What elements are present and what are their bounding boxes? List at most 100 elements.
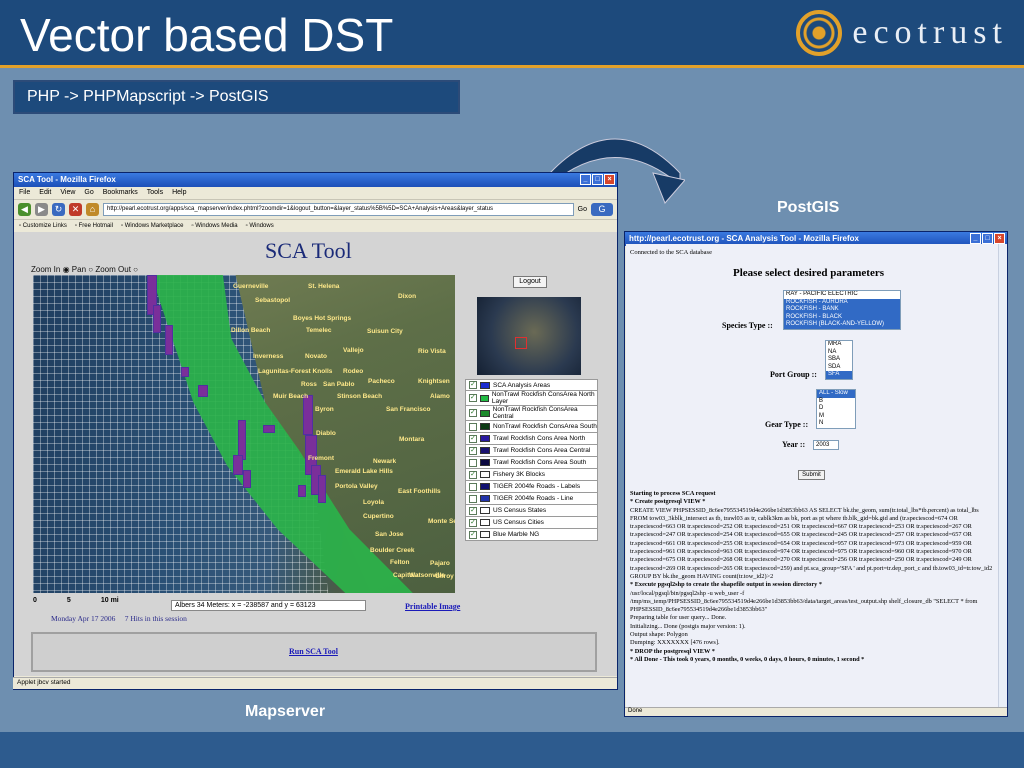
city-label: Pacheco	[368, 378, 395, 385]
select-option[interactable]: ALL - Slow	[817, 390, 855, 398]
bookmark-link[interactable]: Windows Media	[191, 223, 237, 229]
date-text: Monday Apr 17 2006	[51, 614, 116, 623]
layer-swatch-icon	[480, 447, 490, 454]
city-label: Byron	[315, 406, 334, 413]
layer-checkbox[interactable]: ✓	[469, 518, 477, 527]
zoom-in-radio[interactable]: ◉	[63, 265, 70, 274]
select-option[interactable]: SFA	[826, 371, 852, 379]
pan-radio[interactable]: ○	[88, 265, 93, 274]
menu-item-view[interactable]: View	[60, 189, 75, 197]
layer-checkbox[interactable]: ✓	[469, 434, 477, 443]
city-label: San Jose	[375, 531, 404, 538]
layer-checkbox[interactable]	[469, 482, 477, 491]
layer-row: ✓ Blue Marble NG	[465, 529, 598, 541]
window-title-right: http://pearl.ecotrust.org - SCA Analysis…	[629, 234, 859, 243]
bookmark-link[interactable]: Free Hotmail	[75, 223, 113, 229]
port-select[interactable]: MRA NA SBA SDA SFA	[825, 340, 853, 380]
log-line: * DROP the postgresql VIEW *	[630, 647, 715, 655]
city-label: East Foothills	[398, 488, 441, 495]
maximize-icon[interactable]: □	[592, 174, 603, 185]
layer-checkbox[interactable]	[469, 494, 477, 503]
layer-checkbox[interactable]: ✓	[469, 446, 477, 455]
zoom-out-radio[interactable]: ○	[133, 265, 138, 274]
scrollbar[interactable]	[998, 244, 1007, 707]
bookmark-link[interactable]: Windows	[246, 223, 273, 229]
select-option[interactable]: B	[817, 398, 855, 406]
process-log: Starting to process SCA request * Create …	[630, 490, 998, 664]
minimize-icon[interactable]: _	[970, 233, 981, 244]
select-option[interactable]: M	[817, 413, 855, 421]
layer-row: ✓ US Census Cities	[465, 517, 598, 529]
minimize-icon[interactable]: _	[580, 174, 591, 185]
menu-item-tools[interactable]: Tools	[147, 189, 163, 197]
layer-checkbox[interactable]	[469, 422, 477, 431]
layer-checkbox[interactable]: ✓	[469, 470, 477, 479]
city-label: Gilroy	[435, 573, 454, 580]
city-label: San Francisco	[386, 406, 431, 413]
select-option[interactable]: SDA	[826, 364, 852, 372]
select-option[interactable]: N	[817, 420, 855, 428]
select-option[interactable]: D	[817, 405, 855, 413]
scale-zero: 0	[33, 597, 37, 604]
layer-checkbox[interactable]: ✓	[469, 381, 477, 389]
printable-image-link[interactable]: Printable Image	[405, 602, 460, 611]
submit-button[interactable]: Submit	[798, 470, 825, 480]
layer-swatch-icon	[479, 409, 490, 417]
layer-row: ✓ Trawl Rockfish Cons Area Central	[465, 445, 598, 457]
overview-map[interactable]	[477, 297, 581, 375]
menu-item-help[interactable]: Help	[172, 189, 186, 197]
menu-item-edit[interactable]: Edit	[39, 189, 51, 197]
species-select[interactable]: RAY - PACIFIC ELECTRIC ROCKFISH - AURORA R…	[783, 290, 901, 330]
search-icon[interactable]: G	[591, 203, 613, 216]
layer-label: Blue Marble NG	[493, 531, 540, 538]
layer-label: Trawl Rockfish Cons Area North	[493, 435, 586, 442]
city-label: Dillon Beach	[231, 327, 271, 334]
year-select[interactable]: 2003	[813, 440, 839, 450]
layer-label: US Census Cities	[493, 519, 544, 526]
back-icon[interactable]: ◀	[18, 203, 31, 216]
layer-checkbox[interactable]: ✓	[469, 394, 477, 402]
menu-item-file[interactable]: File	[19, 189, 30, 197]
city-label: Vallejo	[343, 347, 364, 354]
city-label: Rodeo	[343, 368, 364, 375]
city-label: Knightsen	[418, 378, 450, 385]
gear-label: Gear Type ::	[765, 420, 809, 429]
status-bar-right: Done	[625, 707, 1007, 716]
reload-icon[interactable]: ↻	[52, 203, 65, 216]
menu-item-go[interactable]: Go	[84, 189, 93, 197]
select-option[interactable]: NA	[826, 349, 852, 357]
bookmark-link[interactable]: Customize Links	[19, 223, 67, 229]
layer-checkbox[interactable]: ✓	[469, 506, 477, 515]
layer-checkbox[interactable]: ✓	[469, 409, 477, 417]
ecotrust-logo: ecotrust	[796, 10, 1008, 56]
select-option[interactable]: MRA	[826, 341, 852, 349]
bookmark-link[interactable]: Windows Marketplace	[121, 223, 184, 229]
select-option[interactable]: RAY - PACIFIC ELECTRIC	[784, 291, 900, 299]
select-option[interactable]: SBA	[826, 356, 852, 364]
select-option[interactable]: ROCKFISH (BLACK-AND-YELLOW)	[784, 321, 900, 329]
url-input[interactable]: http://pearl.ecotrust.org/apps/sca_mapse…	[103, 203, 574, 216]
city-label: Fremont	[308, 455, 334, 462]
select-option[interactable]: ROCKFISH - AURORA	[784, 298, 900, 306]
nav-toolbar: ◀ ▶ ↻ ✕ ⌂ http://pearl.ecotrust.org/apps…	[14, 200, 617, 220]
go-button[interactable]: Go	[578, 206, 587, 213]
logout-button[interactable]: Logout	[513, 276, 547, 288]
home-icon[interactable]: ⌂	[86, 203, 99, 216]
select-option[interactable]: ROCKFISH - BLACK	[784, 313, 900, 321]
map-view[interactable]: Guerneville St. Helena Sebastopol Dixon Boye…	[33, 275, 455, 593]
layer-swatch-icon	[480, 381, 490, 389]
stop-icon[interactable]: ✕	[69, 203, 82, 216]
layer-checkbox[interactable]: ✓	[469, 530, 477, 539]
close-icon[interactable]: ×	[604, 174, 615, 185]
close-icon[interactable]: ×	[994, 233, 1005, 244]
layer-label: TIGER 2004fe Roads - Line	[493, 495, 574, 502]
maximize-icon[interactable]: □	[982, 233, 993, 244]
log-line: * Execute pgsql2shp to create the shapef…	[630, 581, 822, 589]
run-sca-link[interactable]: Run SCA Tool	[289, 647, 338, 656]
layer-checkbox[interactable]	[469, 458, 477, 467]
menu-item-bookmarks[interactable]: Bookmarks	[103, 189, 138, 197]
forward-icon[interactable]: ▶	[35, 203, 48, 216]
select-option[interactable]: ROCKFISH - BANK	[784, 306, 900, 314]
zoom-out-label: Zoom Out	[95, 265, 131, 274]
gear-select[interactable]: ALL - Slow B D M N	[816, 389, 856, 429]
